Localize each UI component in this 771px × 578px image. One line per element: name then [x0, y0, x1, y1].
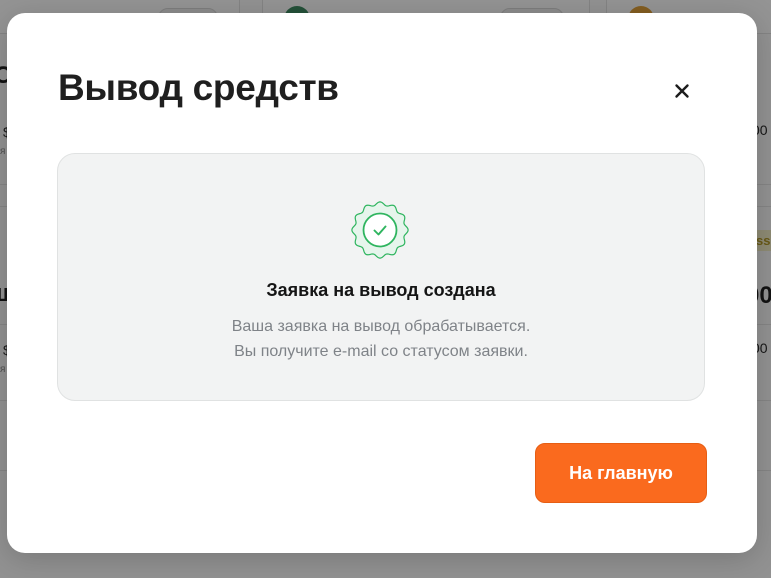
close-icon — [675, 84, 689, 98]
status-description-line: Вы получите e-mail со статусом заявки. — [234, 343, 528, 360]
modal-title: Вывод средств — [58, 67, 339, 108]
status-title: Заявка на вывод создана — [266, 280, 496, 300]
withdraw-modal: Вывод средств Заявка на вывод создана Ва… — [7, 13, 757, 553]
status-panel: Заявка на вывод создана Ваша заявка на в… — [57, 153, 705, 401]
verified-check-seal-icon — [351, 201, 409, 259]
status-description: Ваша заявка на вывод обрабатывается. Вы … — [58, 314, 704, 364]
status-description-line: Ваша заявка на вывод обрабатывается. — [231, 318, 531, 335]
home-button[interactable]: На главную — [535, 443, 707, 503]
close-button[interactable] — [664, 73, 700, 109]
